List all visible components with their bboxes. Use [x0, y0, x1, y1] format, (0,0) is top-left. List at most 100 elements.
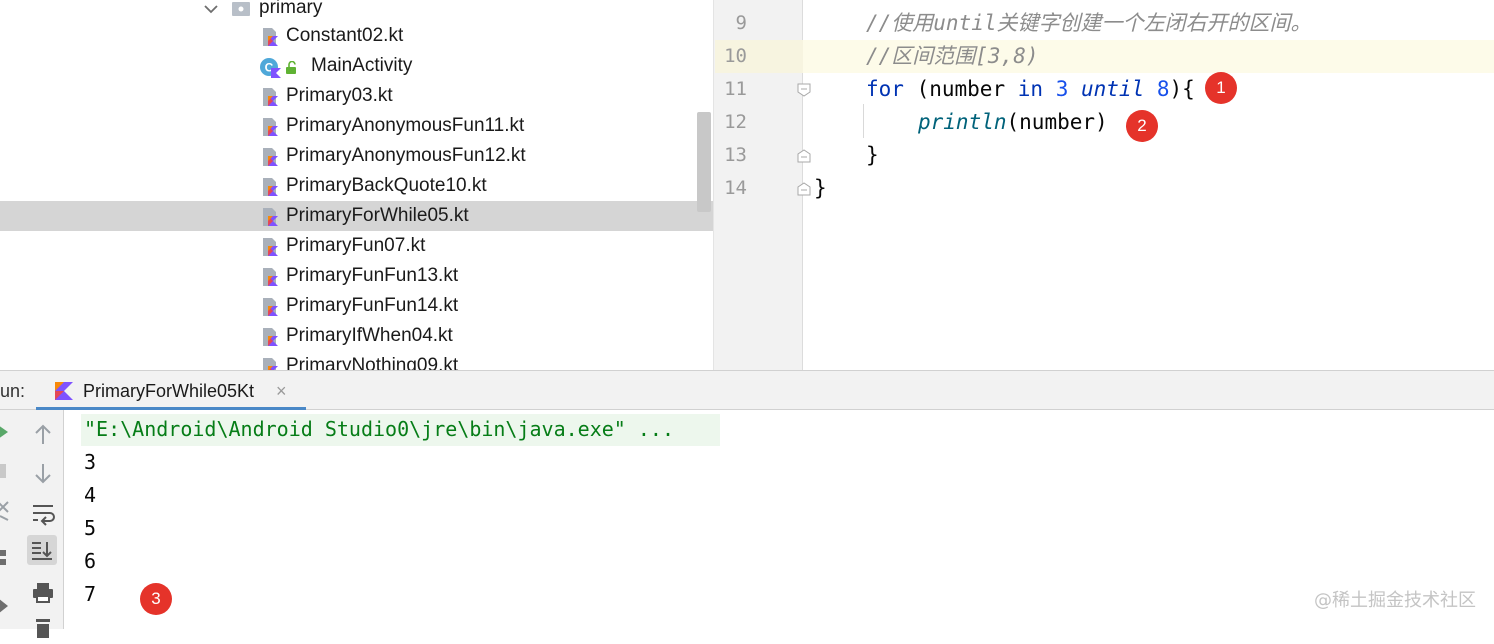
unlock-icon	[286, 61, 296, 74]
kotlin-file-icon	[263, 178, 278, 196]
kotlin-file-icon	[263, 358, 278, 370]
indent-guide	[863, 104, 864, 138]
tree-item-primaryanonymousfun12[interactable]: PrimaryAnonymousFun12.kt	[0, 141, 713, 171]
tree-item-label: PrimaryAnonymousFun11.kt	[286, 115, 525, 136]
kotlin-file-icon	[263, 298, 278, 316]
console-output-line: 5	[84, 516, 97, 540]
restore-layout-icon[interactable]	[0, 500, 10, 522]
tree-item-primaryanonymousfun11[interactable]: PrimaryAnonymousFun11.kt	[0, 111, 713, 141]
close-icon[interactable]: ×	[276, 371, 287, 411]
console-output-line: 6	[84, 549, 97, 573]
chevron-down-icon[interactable]	[203, 3, 219, 15]
console-output-line: 7	[84, 582, 97, 606]
run-panel-header: un: PrimaryForWhile05Kt ×	[0, 370, 1494, 410]
project-tree: primary Constant02.kt C MainActivity Pri…	[0, 0, 713, 370]
tree-item-primaryforwhile05[interactable]: PrimaryForWhile05.kt	[0, 201, 713, 231]
tree-item-primary03[interactable]: Primary03.kt	[0, 81, 713, 111]
kotlin-file-icon	[263, 268, 278, 286]
tree-folder-row[interactable]: primary	[0, 0, 713, 23]
kotlin-file-icon	[263, 118, 278, 136]
line-number: 13	[724, 144, 747, 166]
code-comment: //使用until关键字创建一个左闭右开的区间。	[866, 11, 1312, 35]
kotlin-class-icon: C	[260, 58, 281, 78]
tree-item-label: PrimaryFunFun14.kt	[286, 295, 459, 316]
print-icon[interactable]	[28, 578, 58, 608]
tree-item-label: PrimaryBackQuote10.kt	[286, 175, 487, 196]
tree-item-constant02[interactable]: Constant02.kt	[0, 21, 713, 51]
tree-item-label: PrimaryFunFun13.kt	[286, 265, 459, 286]
code-brace: }	[866, 143, 879, 167]
package-folder-icon	[232, 2, 250, 16]
line-number: 12	[724, 111, 747, 133]
line-number: 10	[724, 45, 747, 67]
tree-item-primaryfunfun14[interactable]: PrimaryFunFun14.kt	[0, 291, 713, 321]
tree-item-label: PrimaryFun07.kt	[286, 235, 426, 256]
watermark: @稀土掘金技术社区	[1314, 590, 1476, 611]
layout-icon[interactable]	[0, 548, 8, 568]
function-call: println	[918, 110, 1007, 134]
soft-wrap-icon[interactable]	[28, 498, 58, 528]
keyword: until	[1081, 77, 1145, 101]
scroll-to-end-icon[interactable]	[27, 535, 57, 565]
keyword: for	[866, 77, 904, 101]
kotlin-file-icon	[263, 148, 278, 166]
tree-item-label: Constant02.kt	[286, 25, 404, 46]
code-brace: }	[814, 176, 827, 200]
annotation-badge: 2	[1126, 110, 1158, 142]
scroll-up-icon[interactable]	[28, 420, 58, 450]
kotlin-run-icon	[55, 382, 73, 400]
line-number: 11	[724, 78, 747, 100]
annotation-badge: 1	[1205, 72, 1237, 104]
console-output-line: 3	[84, 450, 97, 474]
run-label: un:	[0, 381, 26, 401]
folder-label: primary	[259, 0, 323, 18]
code-line-println: println(number)	[918, 106, 1108, 139]
console-command: "E:\Android\Android Studio0\jre\bin\java…	[84, 417, 675, 441]
tree-item-label: PrimaryAnonymousFun12.kt	[286, 145, 526, 166]
tree-item-primarynothing09[interactable]: PrimaryNothing09.kt	[0, 351, 713, 370]
trash-icon[interactable]	[28, 614, 58, 644]
scroll-down-icon[interactable]	[28, 458, 58, 488]
run-tab-title: PrimaryForWhile05Kt	[83, 381, 255, 401]
tree-item-label: MainActivity	[311, 55, 413, 76]
number-literal: 3	[1055, 77, 1069, 101]
tree-item-mainactivity[interactable]: C MainActivity	[0, 51, 713, 81]
run-toolbar	[0, 410, 64, 638]
kotlin-file-icon	[263, 328, 278, 346]
kotlin-file-icon	[263, 28, 278, 46]
code-text: (number	[903, 77, 1018, 101]
code-text: (number)	[1006, 110, 1108, 134]
fold-end-icon[interactable]	[797, 182, 811, 196]
line-number: 14	[724, 177, 747, 199]
tree-item-primarybackquote10[interactable]: PrimaryBackQuote10.kt	[0, 171, 713, 201]
pin-icon[interactable]	[0, 596, 10, 616]
code-line-for: for (number in 3 until 8){	[866, 73, 1195, 106]
number-literal: 8	[1156, 77, 1170, 101]
stop-icon[interactable]	[0, 464, 8, 478]
fold-start-icon[interactable]	[797, 83, 811, 97]
console-output[interactable]: "E:\Android\Android Studio0\jre\bin\java…	[64, 410, 1494, 629]
tree-item-label: PrimaryForWhile05.kt	[286, 205, 469, 226]
tree-item-primaryfunfun13[interactable]: PrimaryFunFun13.kt	[0, 261, 713, 291]
rerun-icon[interactable]	[0, 424, 10, 440]
code-comment: //区间范围[3,8)	[866, 44, 1039, 68]
code-editor[interactable]: 9 10 11 12 13 14 //使用until关键字创建一个左闭右开的区间…	[713, 0, 1494, 370]
tree-item-label: PrimaryNothing09.kt	[286, 355, 459, 370]
tree-item-label: Primary03.kt	[286, 85, 393, 106]
kotlin-file-icon	[263, 208, 278, 226]
editor-gutter[interactable]: 9 10 11 12 13 14	[713, 0, 803, 370]
tree-item-primaryifwhen04[interactable]: PrimaryIfWhen04.kt	[0, 321, 713, 351]
code-text: ){	[1169, 77, 1195, 101]
kotlin-file-icon	[263, 238, 278, 256]
current-line-highlight	[713, 40, 1494, 73]
kotlin-file-icon	[263, 88, 278, 106]
line-number: 9	[735, 12, 747, 34]
fold-end-icon[interactable]	[797, 149, 811, 163]
tree-item-primaryfun07[interactable]: PrimaryFun07.kt	[0, 231, 713, 261]
annotation-badge: 3	[140, 583, 172, 615]
tree-scrollbar-thumb[interactable]	[697, 112, 711, 212]
keyword: in	[1017, 77, 1044, 101]
